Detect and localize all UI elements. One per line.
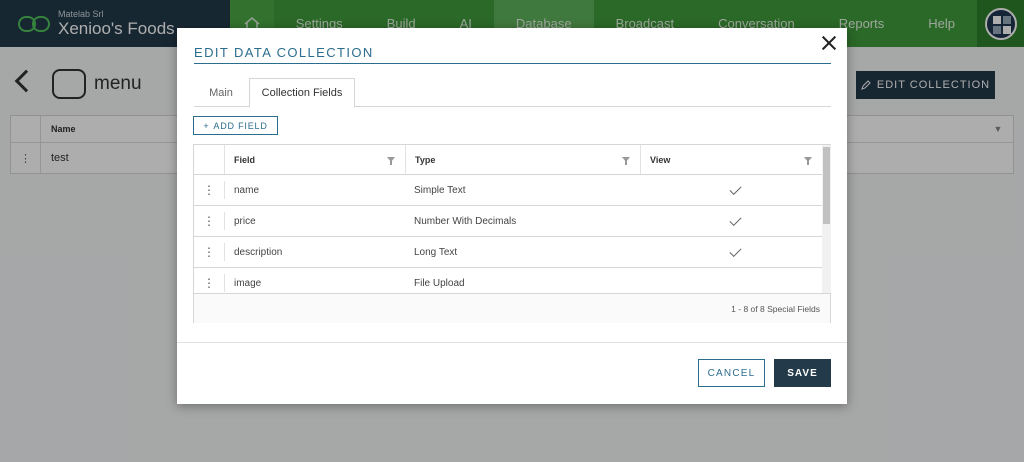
grid-scrollbar[interactable]: [822, 145, 831, 293]
field-name-cell: name: [224, 181, 405, 199]
edit-data-collection-dialog: EDIT DATA COLLECTION Main Collection Fie…: [177, 28, 847, 404]
title-underline: [194, 63, 831, 64]
save-button[interactable]: SAVE: [774, 359, 831, 387]
table-row[interactable]: ⋮ image File Upload: [194, 268, 822, 293]
dialog-tabs: Main Collection Fields: [194, 78, 831, 108]
fields-grid-body: ⋮ name Simple Text ⋮ price Number With D…: [194, 175, 822, 293]
view-cell: [640, 237, 822, 267]
field-type-cell: File Upload: [414, 277, 465, 289]
view-cell: [640, 268, 822, 293]
scrollbar-thumb[interactable]: [823, 147, 830, 224]
column-field-label: Field: [234, 154, 256, 165]
tab-collection-fields[interactable]: Collection Fields: [249, 78, 355, 108]
check-icon: [728, 244, 742, 257]
tab-main[interactable]: Main: [194, 78, 248, 107]
grid-pagination-info: 1 - 8 of 8 Special Fields: [194, 293, 830, 323]
check-icon: [728, 213, 742, 226]
filter-icon[interactable]: [804, 157, 812, 165]
column-view-header[interactable]: View: [640, 145, 822, 174]
table-row[interactable]: ⋮ name Simple Text: [194, 175, 822, 206]
row-menu-icon[interactable]: ⋮: [194, 237, 224, 267]
field-type-cell: Simple Text: [414, 184, 466, 196]
add-field-button[interactable]: + ADD FIELD: [193, 116, 278, 135]
filter-icon[interactable]: [387, 157, 395, 165]
close-icon[interactable]: [820, 34, 838, 52]
check-icon: [728, 182, 742, 195]
fields-grid-header: Field Type View: [194, 145, 822, 175]
add-field-label: ADD FIELD: [213, 120, 268, 131]
table-row[interactable]: ⋮ description Long Text: [194, 237, 822, 268]
row-menu-icon[interactable]: ⋮: [194, 206, 224, 236]
column-type-header[interactable]: Type: [405, 145, 640, 174]
cancel-button[interactable]: CANCEL: [698, 359, 765, 387]
fields-grid: Field Type View ⋮ name Simple Text ⋮ pri…: [193, 144, 831, 323]
plus-icon: +: [203, 120, 210, 131]
column-view-label: View: [650, 154, 671, 165]
field-type-cell: Long Text: [414, 246, 458, 258]
row-menu-icon[interactable]: ⋮: [194, 175, 224, 205]
view-cell: [640, 206, 822, 236]
field-name-cell: description: [224, 243, 405, 261]
field-type-cell: Number With Decimals: [414, 215, 517, 227]
table-row[interactable]: ⋮ price Number With Decimals: [194, 206, 822, 237]
field-name-cell: price: [224, 212, 405, 230]
field-name-cell: image: [224, 274, 405, 292]
row-menu-icon[interactable]: ⋮: [194, 268, 224, 293]
column-field-header[interactable]: Field: [224, 145, 405, 174]
filter-icon[interactable]: [622, 157, 630, 165]
footer-divider: [177, 342, 847, 343]
view-cell: [640, 175, 822, 205]
column-type-label: Type: [415, 154, 436, 165]
dialog-title: EDIT DATA COLLECTION: [194, 45, 374, 60]
